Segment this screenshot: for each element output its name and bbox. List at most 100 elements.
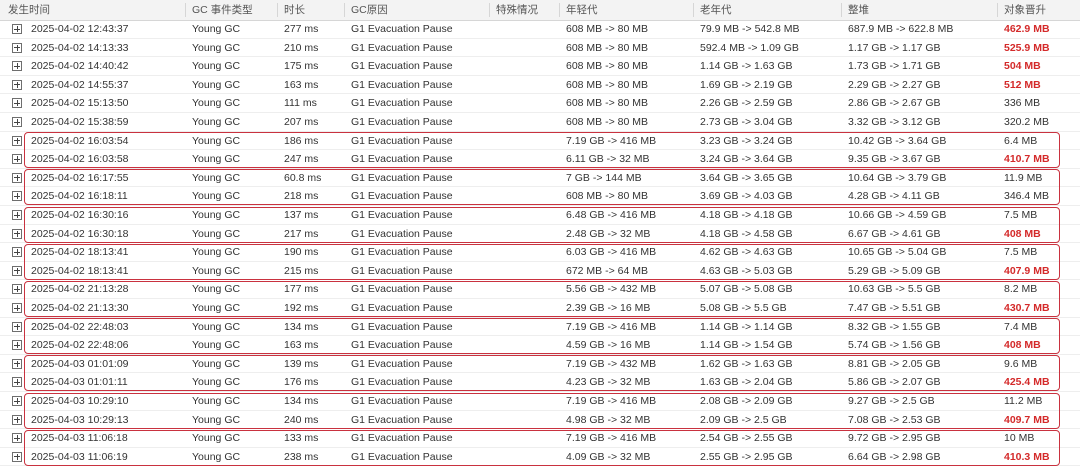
event-type-cell: Young GC (192, 134, 241, 147)
expand-icon[interactable] (12, 414, 22, 425)
expand-icon[interactable] (12, 154, 22, 165)
event-time-cell: 2025-04-02 16:18:11 (31, 190, 128, 203)
table-row[interactable]: 2025-04-02 14:40:42 Young GC 175 ms G1 Evac… (0, 57, 1080, 76)
table-row[interactable]: 2025-04-02 15:38:59 Young GC 207 ms G1 Evac… (0, 113, 1080, 132)
column-header-young-gen[interactable]: 年轻代 (566, 0, 598, 20)
column-header-time[interactable]: 发生时间 (8, 0, 50, 20)
expand-icon[interactable] (12, 321, 22, 332)
table-row[interactable]: 2025-04-02 14:13:33 Young GC 210 ms G1 Evac… (0, 39, 1080, 58)
table-row[interactable]: 2025-04-02 16:03:58 Young GC 247 ms G1 Evac… (0, 150, 1080, 169)
column-header-duration[interactable]: 时长 (284, 0, 305, 20)
event-type-cell: Young GC (192, 23, 241, 35)
expand-icon[interactable] (12, 303, 22, 313)
table-row[interactable]: 2025-04-02 16:30:16 Young GC 137 ms G1 Evac… (0, 206, 1080, 225)
young-gen-cell: 6.03 GB -> 416 MB (566, 246, 657, 259)
table-row[interactable]: 2025-04-02 16:30:18 Young GC 217 ms G1 Evac… (0, 225, 1080, 244)
expand-icon[interactable] (12, 42, 22, 53)
expand-icon[interactable] (12, 228, 22, 239)
table-row[interactable]: 2025-04-02 16:18:11 Young GC 218 ms G1 Evac… (0, 187, 1080, 206)
table-row[interactable]: 2025-04-03 01:01:09 Young GC 139 ms G1 Evac… (0, 355, 1080, 374)
table-row[interactable]: 2025-04-02 22:48:06 Young GC 163 ms G1 Evac… (0, 336, 1080, 355)
object-promotion-cell: 525.9 MB (1004, 41, 1050, 54)
column-header-type[interactable]: GC 事件类型 (192, 0, 253, 20)
column-divider[interactable] (841, 3, 842, 17)
young-gen-cell: 7.19 GB -> 416 MB (566, 134, 657, 147)
old-gen-cell: 2.26 GB -> 2.59 GB (700, 97, 793, 110)
expand-icon[interactable] (12, 210, 22, 220)
expand-icon[interactable] (12, 135, 22, 146)
table-row[interactable]: 2025-04-02 21:13:30 Young GC 192 ms G1 Evac… (0, 299, 1080, 318)
object-promotion-cell: 462.9 MB (1004, 23, 1050, 35)
expand-icon[interactable] (12, 117, 22, 127)
table-row[interactable]: 2025-04-02 18:13:41 Young GC 215 ms G1 Evac… (0, 262, 1080, 281)
column-divider[interactable] (185, 3, 186, 17)
expand-icon[interactable] (12, 433, 22, 444)
expand-icon[interactable] (12, 98, 22, 109)
event-time-cell: 2025-04-02 16:03:58 (31, 153, 129, 166)
table-row[interactable]: 2025-04-02 12:43:37 Young GC 277 ms G1 Evac… (0, 20, 1080, 39)
event-time-cell: 2025-04-02 18:13:41 (31, 264, 129, 277)
table-row[interactable]: 2025-04-03 01:01:11 Young GC 176 ms G1 Evac… (0, 373, 1080, 392)
expand-icon[interactable] (12, 191, 22, 202)
event-type-cell: Young GC (192, 153, 241, 166)
heap-total-cell: 7.47 GB -> 5.51 GB (848, 302, 941, 314)
gc-cause-cell: G1 Evacuation Pause (351, 134, 453, 147)
column-header-promotion[interactable]: 对象晋升 (1004, 0, 1046, 20)
expand-icon[interactable] (12, 358, 22, 369)
expand-icon[interactable] (12, 172, 22, 183)
expand-icon[interactable] (12, 79, 22, 90)
old-gen-cell: 3.23 GB -> 3.24 GB (700, 134, 793, 147)
event-type-cell: Young GC (192, 320, 241, 333)
event-time-cell: 2025-04-03 11:06:19 (31, 450, 128, 463)
table-row[interactable]: 2025-04-03 10:29:13 Young GC 240 ms G1 Evac… (0, 411, 1080, 430)
object-promotion-cell: 6.4 MB (1004, 134, 1038, 147)
expand-icon[interactable] (12, 24, 22, 34)
column-divider[interactable] (489, 3, 490, 17)
heap-total-cell: 4.28 GB -> 4.11 GB (848, 190, 940, 203)
expand-icon[interactable] (12, 284, 22, 295)
column-divider[interactable] (997, 3, 998, 17)
heap-total-cell: 1.17 GB -> 1.17 GB (848, 41, 941, 54)
column-header-heap[interactable]: 整堆 (848, 0, 869, 20)
object-promotion-cell: 430.7 MB (1004, 302, 1050, 314)
table-row[interactable]: 2025-04-02 14:55:37 Young GC 163 ms G1 Evac… (0, 76, 1080, 95)
object-promotion-cell: 408 MB (1004, 339, 1041, 352)
column-header-cause[interactable]: GC原因 (351, 0, 388, 20)
table-row[interactable]: 2025-04-03 11:06:18 Young GC 133 ms G1 Evac… (0, 429, 1080, 448)
object-promotion-cell: 7.5 MB (1004, 246, 1038, 259)
event-duration-cell: 134 ms (284, 320, 319, 333)
gc-cause-cell: G1 Evacuation Pause (351, 60, 453, 73)
table-row[interactable]: 2025-04-03 10:29:10 Young GC 134 ms G1 Evac… (0, 392, 1080, 411)
heap-total-cell: 9.72 GB -> 2.95 GB (848, 432, 941, 445)
expand-icon[interactable] (12, 377, 22, 388)
table-row[interactable]: 2025-04-02 18:13:41 Young GC 190 ms G1 Evac… (0, 243, 1080, 262)
object-promotion-cell: 410.7 MB (1004, 153, 1050, 166)
column-divider[interactable] (344, 3, 345, 17)
old-gen-cell: 4.18 GB -> 4.18 GB (700, 209, 793, 221)
column-divider[interactable] (559, 3, 560, 17)
table-row[interactable]: 2025-04-02 15:13:50 Young GC 111 ms G1 Evac… (0, 94, 1080, 113)
expand-icon[interactable] (12, 340, 22, 351)
expand-icon[interactable] (12, 396, 22, 406)
table-row[interactable]: 2025-04-02 16:03:54 Young GC 186 ms G1 Evac… (0, 132, 1080, 151)
column-divider[interactable] (693, 3, 694, 17)
expand-icon[interactable] (12, 265, 22, 276)
event-time-cell: 2025-04-02 15:13:50 (31, 97, 129, 110)
expand-icon[interactable] (12, 61, 22, 72)
event-time-cell: 2025-04-03 01:01:11 (31, 376, 128, 389)
column-header-old-gen[interactable]: 老年代 (700, 0, 732, 20)
table-row[interactable]: 2025-04-02 21:13:28 Young GC 177 ms G1 Evac… (0, 280, 1080, 299)
old-gen-cell: 1.69 GB -> 2.19 GB (700, 78, 793, 91)
expand-icon[interactable] (12, 451, 22, 462)
old-gen-cell: 2.09 GB -> 2.5 GB (700, 413, 787, 426)
column-header-special[interactable]: 特殊情况 (496, 0, 538, 20)
column-divider[interactable] (277, 3, 278, 17)
event-duration-cell: 277 ms (284, 23, 319, 35)
table-row[interactable]: 2025-04-03 11:06:19 Young GC 238 ms G1 Evac… (0, 448, 1080, 466)
table-row[interactable]: 2025-04-02 16:17:55 Young GC 60.8 ms G1 Eva… (0, 169, 1080, 188)
table-row[interactable]: 2025-04-02 22:48:03 Young GC 134 ms G1 Evac… (0, 318, 1080, 337)
expand-icon[interactable] (12, 247, 22, 258)
event-time-cell: 2025-04-03 10:29:10 (31, 395, 129, 407)
event-duration-cell: 190 ms (284, 246, 319, 259)
event-duration-cell: 163 ms (284, 339, 319, 352)
